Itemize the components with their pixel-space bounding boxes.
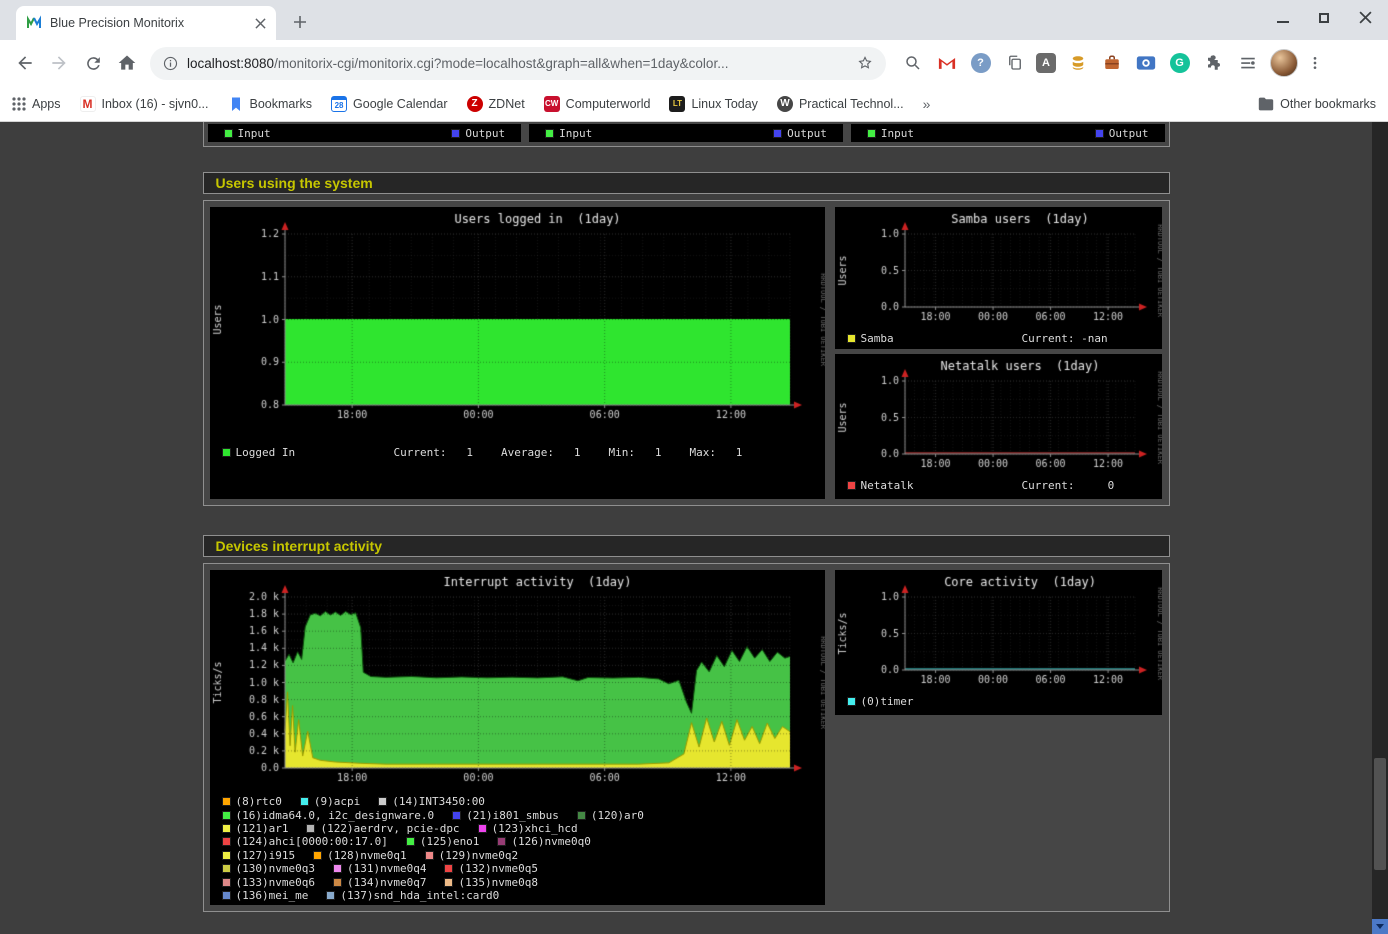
extension-icons: ? A G bbox=[900, 51, 1260, 76]
monitorix-favicon bbox=[26, 15, 42, 31]
bookmark-computerworld[interactable]: CW Computerworld bbox=[544, 96, 651, 112]
bookmark-linux-today[interactable]: LT Linux Today bbox=[669, 96, 758, 112]
section-users: Users using the system Logged InCurrent:… bbox=[203, 172, 1170, 506]
wordpress-icon: W bbox=[777, 96, 793, 112]
output-swatch bbox=[773, 129, 782, 138]
window-close-button[interactable] bbox=[1359, 11, 1372, 24]
netatalk-users-graph: NetatalkCurrent: 0 bbox=[835, 354, 1162, 499]
netatalk-users-legend: NetatalkCurrent: 0 bbox=[835, 478, 1162, 492]
linux-today-icon: LT bbox=[669, 96, 685, 112]
page-viewport: Input Output Input Output Input Output U… bbox=[0, 122, 1388, 934]
site-info-icon[interactable] bbox=[162, 55, 179, 72]
apps-shortcut[interactable]: Apps bbox=[12, 97, 61, 111]
section-network-partial: Input Output Input Output Input Output bbox=[203, 122, 1170, 147]
extensions-puzzle-icon[interactable] bbox=[1201, 51, 1226, 76]
bookmark-gmail-inbox[interactable]: M Inbox (16) - sjvn0... bbox=[80, 96, 209, 112]
users-logged-in-canvas bbox=[210, 207, 825, 437]
tab-strip: Blue Precision Monitorix bbox=[0, 0, 1388, 40]
bookmarks-bar: Apps M Inbox (16) - sjvn0... Bookmarks 2… bbox=[0, 86, 1388, 122]
bookmark-practical-technology[interactable]: W Practical Technol... bbox=[777, 96, 904, 112]
output-swatch bbox=[451, 129, 460, 138]
minimize-button[interactable] bbox=[1277, 21, 1289, 23]
profile-avatar[interactable] bbox=[1270, 49, 1298, 77]
users-logged-in-graph: Logged InCurrent: 1Average: 1Min: 1Max: … bbox=[210, 207, 825, 499]
monitorix-page: Input Output Input Output Input Output U… bbox=[0, 122, 1372, 934]
scrollbar-down-button[interactable] bbox=[1372, 919, 1388, 934]
address-bar[interactable]: localhost:8080/monitorix-cgi/monitorix.c… bbox=[150, 47, 886, 80]
bookmark-zdnet[interactable]: Z ZDNet bbox=[467, 96, 525, 112]
network-graph-panel-cut: Input Output bbox=[851, 124, 1165, 142]
zdnet-icon: Z bbox=[467, 96, 483, 112]
other-bookmarks[interactable]: Other bookmarks bbox=[1258, 96, 1376, 112]
window-controls bbox=[1277, 11, 1372, 24]
grammarly-extension-icon[interactable]: G bbox=[1167, 51, 1192, 76]
bookmarks-overflow-icon[interactable]: » bbox=[923, 96, 931, 112]
gmail-extension-icon[interactable] bbox=[934, 51, 959, 76]
samba-users-graph: SambaCurrent: -nan bbox=[835, 207, 1162, 349]
url-text: localhost:8080/monitorix-cgi/monitorix.c… bbox=[187, 56, 848, 71]
help-extension-icon[interactable]: ? bbox=[968, 51, 993, 76]
page-scrollbar[interactable] bbox=[1372, 122, 1388, 934]
bookmark-ribbon-icon bbox=[228, 96, 244, 112]
copy-extension-icon[interactable] bbox=[1002, 51, 1027, 76]
section-title-users: Users using the system bbox=[203, 172, 1170, 194]
tab-close-icon[interactable] bbox=[255, 18, 266, 29]
briefcase-extension-icon[interactable] bbox=[1099, 51, 1124, 76]
input-swatch bbox=[224, 129, 233, 138]
samba-users-legend: SambaCurrent: -nan bbox=[835, 331, 1162, 345]
camera-extension-icon[interactable] bbox=[1133, 51, 1158, 76]
tab-title: Blue Precision Monitorix bbox=[50, 16, 247, 30]
browser-window: Blue Precision Monitorix bbox=[0, 0, 1388, 934]
maximize-button[interactable] bbox=[1319, 13, 1329, 23]
users-logged-in-legend: Logged InCurrent: 1Average: 1Min: 1Max: … bbox=[210, 445, 825, 459]
netatalk-users-canvas bbox=[835, 354, 1162, 472]
browser-tab[interactable]: Blue Precision Monitorix bbox=[16, 6, 276, 40]
network-graph-panel-cut: Input Output bbox=[529, 124, 843, 142]
forward-button[interactable] bbox=[42, 46, 76, 80]
new-tab-button[interactable] bbox=[286, 8, 314, 36]
output-swatch bbox=[1095, 129, 1104, 138]
core-activity-canvas bbox=[835, 570, 1162, 688]
gmail-icon: M bbox=[80, 96, 96, 112]
core-activity-graph: (0)timer bbox=[835, 570, 1162, 715]
back-button[interactable] bbox=[8, 46, 42, 80]
search-extension-icon[interactable] bbox=[900, 51, 925, 76]
input-swatch bbox=[545, 129, 554, 138]
scrollbar-thumb[interactable] bbox=[1374, 758, 1386, 870]
bookmark-star-icon[interactable] bbox=[856, 54, 874, 72]
reload-button[interactable] bbox=[76, 46, 110, 80]
section-title-interrupts: Devices interrupt activity bbox=[203, 535, 1170, 557]
bookmark-bookmarks[interactable]: Bookmarks bbox=[228, 96, 313, 112]
database-extension-icon[interactable] bbox=[1065, 51, 1090, 76]
samba-users-canvas bbox=[835, 207, 1162, 325]
reader-extension-icon[interactable] bbox=[1235, 51, 1260, 76]
bookmark-google-calendar[interactable]: 28 Google Calendar bbox=[331, 96, 448, 112]
folder-icon bbox=[1258, 96, 1274, 112]
apps-grid-icon bbox=[12, 97, 26, 111]
interrupt-activity-graph: (8)rtc0(9)acpi(14)INT3450:00(16)idma64.0… bbox=[210, 570, 825, 905]
interrupt-activity-canvas bbox=[210, 570, 825, 792]
browser-menu-icon[interactable] bbox=[1298, 46, 1332, 80]
browser-toolbar: localhost:8080/monitorix-cgi/monitorix.c… bbox=[0, 40, 1388, 86]
calendar-icon: 28 bbox=[331, 96, 347, 112]
section-interrupts: Devices interrupt activity (8)rtc0(9)acp… bbox=[203, 535, 1170, 912]
core-activity-legend: (0)timer bbox=[835, 694, 1162, 708]
computerworld-icon: CW bbox=[544, 96, 560, 112]
network-graph-panel-cut: Input Output bbox=[208, 124, 522, 142]
input-swatch bbox=[867, 129, 876, 138]
home-button[interactable] bbox=[110, 46, 144, 80]
notes-extension-icon[interactable]: A bbox=[1036, 53, 1056, 73]
interrupt-activity-legend: (8)rtc0(9)acpi(14)INT3450:00(16)idma64.0… bbox=[210, 795, 825, 902]
